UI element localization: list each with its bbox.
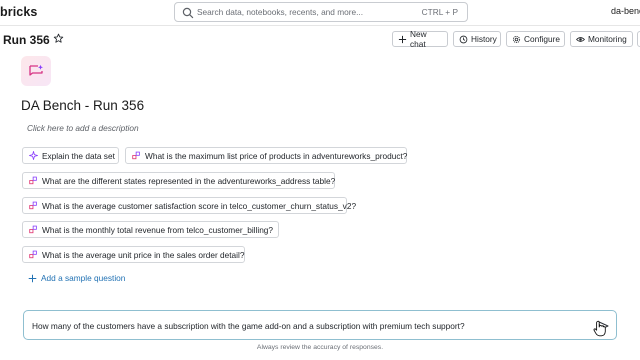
chat-input[interactable]: How many of the customers have a subscri… xyxy=(23,310,617,340)
star-icon[interactable] xyxy=(53,33,64,44)
sample-question-icon xyxy=(29,250,37,259)
space-avatar xyxy=(21,56,51,86)
search-input[interactable]: Search data, notebooks, recents, and mor… xyxy=(174,2,468,22)
new-chat-label: New chat xyxy=(410,29,427,49)
configure-button[interactable]: Configure xyxy=(506,31,565,47)
history-icon xyxy=(459,35,468,43)
page-title: Run 356 xyxy=(3,33,50,47)
chip-label: Explain the data set xyxy=(42,150,115,161)
sample-question-chip[interactable]: What is the average customer satisfactio… xyxy=(22,197,356,214)
add-sample-question-label: Add a sample question xyxy=(41,273,126,283)
brand-name[interactable]: bricks xyxy=(0,5,37,19)
description-placeholder[interactable]: Click here to add a description xyxy=(27,123,139,133)
hand-cursor-icon xyxy=(593,320,606,337)
chip-label: What are the different states represente… xyxy=(42,175,336,186)
search-icon xyxy=(182,7,194,19)
title-row: Run 356 New chat History Configure Monit… xyxy=(0,28,640,50)
sparkle-icon xyxy=(29,151,38,160)
new-chat-button[interactable]: New chat xyxy=(392,29,448,49)
chat-sparkle-icon xyxy=(29,64,43,76)
plus-icon xyxy=(28,274,37,282)
add-sample-question-button[interactable]: Add a sample question xyxy=(28,273,125,283)
monitoring-button[interactable]: Monitoring xyxy=(570,31,633,47)
history-label: History xyxy=(471,34,497,44)
disclaimer-text: Always review the accuracy of responses. xyxy=(256,344,384,351)
monitoring-label: Monitoring xyxy=(588,34,627,44)
sample-question-icon xyxy=(29,176,37,185)
search-shortcut: CTRL + P xyxy=(421,7,458,17)
sample-question-icon xyxy=(29,201,37,210)
chip-label: What is the maximum list price of produc… xyxy=(145,150,408,161)
space-title: DA Bench - Run 356 xyxy=(21,98,145,113)
gear-icon xyxy=(512,35,521,43)
sample-question-chip[interactable]: What are the different states represente… xyxy=(22,172,335,189)
sample-question-chip[interactable]: What is the monthly total revenue from t… xyxy=(22,221,279,238)
chat-input-value: How many of the customers have a subscri… xyxy=(32,321,465,331)
plus-icon xyxy=(398,35,407,43)
sample-question-icon xyxy=(29,225,37,234)
top-bar: bricks Search data, notebooks, recents, … xyxy=(0,0,640,26)
sample-question-icon xyxy=(132,151,140,160)
configure-label: Configure xyxy=(524,34,560,44)
search-placeholder: Search data, notebooks, recents, and mor… xyxy=(197,7,364,17)
sample-question-chip[interactable]: Explain the data set xyxy=(22,147,119,164)
chip-label: What is the monthly total revenue from t… xyxy=(42,224,274,235)
history-button[interactable]: History xyxy=(453,31,501,47)
eye-icon xyxy=(576,36,585,42)
workspace-user[interactable]: da-benc xyxy=(611,6,640,16)
chip-label: What is the average unit price in the sa… xyxy=(42,249,245,260)
sample-question-chip[interactable]: What is the average unit price in the sa… xyxy=(22,246,245,263)
sample-question-chip[interactable]: What is the maximum list price of produc… xyxy=(125,147,407,164)
chip-label: What is the average customer satisfactio… xyxy=(42,200,357,211)
